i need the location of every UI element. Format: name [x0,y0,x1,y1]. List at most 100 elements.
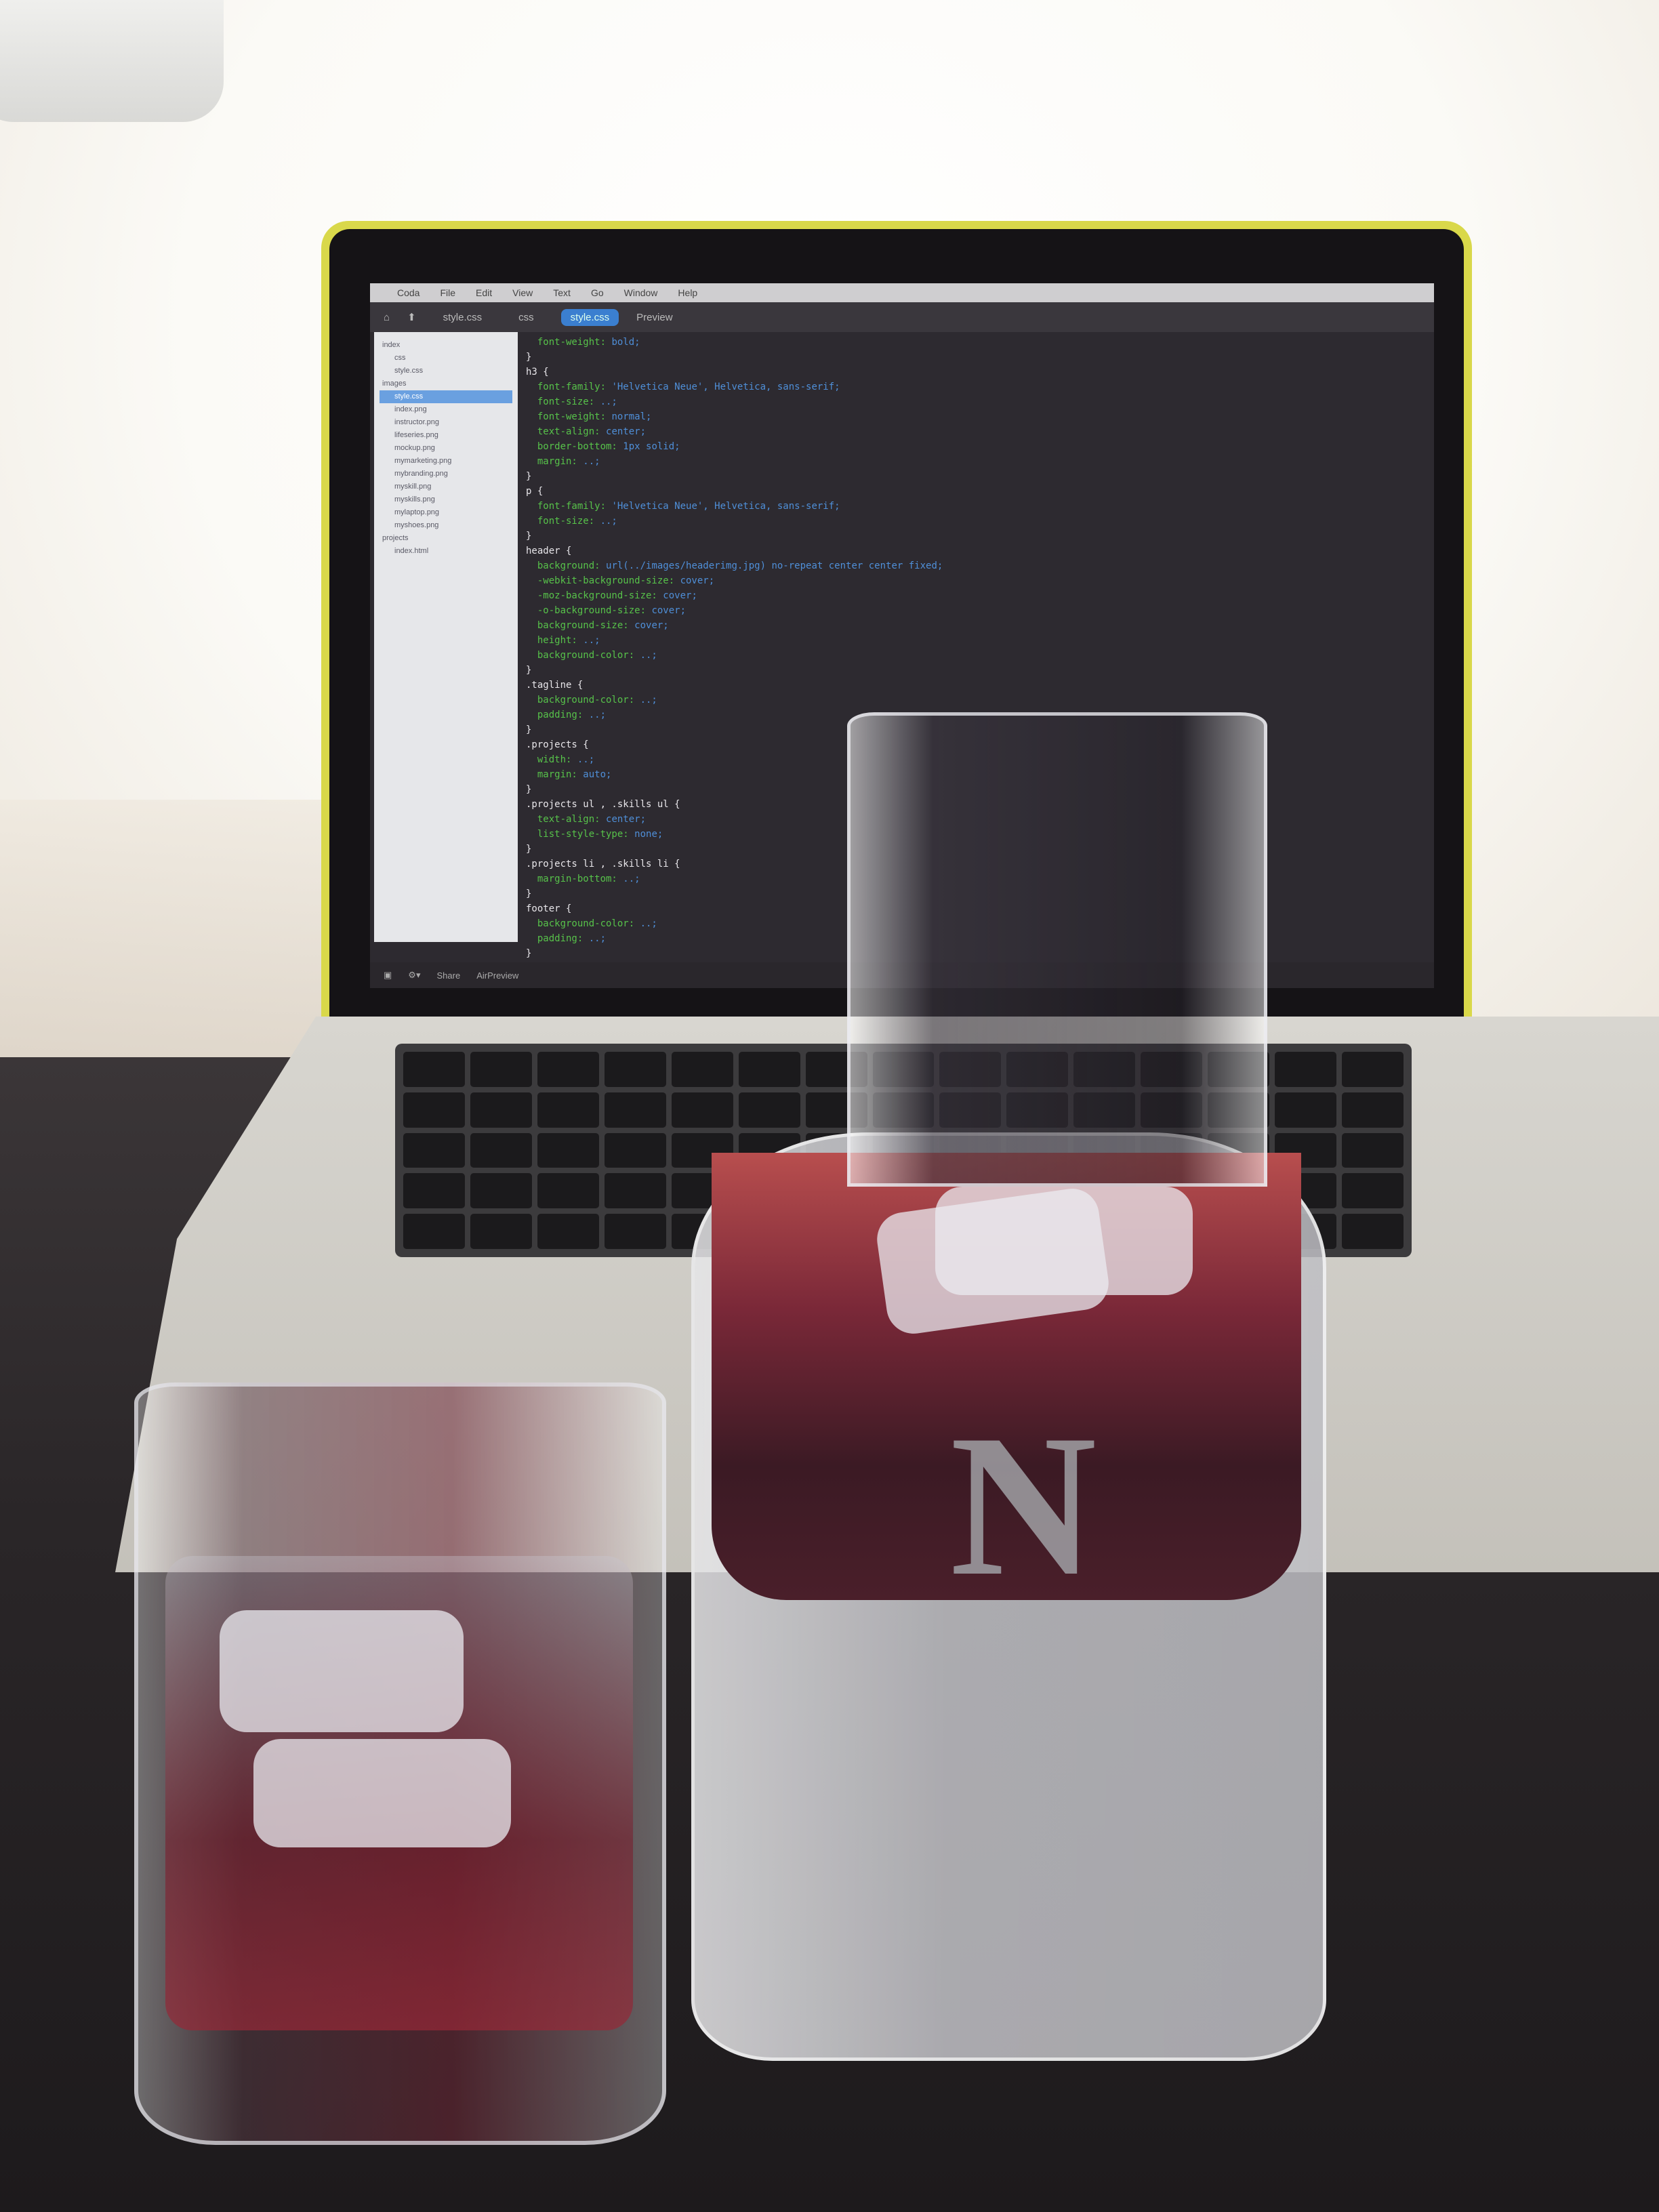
key [470,1052,532,1087]
menu-item[interactable]: View [512,283,533,302]
file-item[interactable]: myshoes.png [380,519,512,532]
sidebar-toggle-icon[interactable]: ▣ [384,970,392,981]
code-token: margin-bottom: [526,874,623,884]
code-token: .projects li , .skills li { [526,859,680,869]
menu-item[interactable]: Text [553,283,571,302]
file-item[interactable]: mylaptop.png [380,506,512,519]
file-item[interactable]: index.html [380,545,512,558]
code-line: font-family: 'Helvetica Neue', Helvetica… [526,499,1407,514]
menu-item[interactable]: Window [624,283,658,302]
code-line: -moz-background-size: cover; [526,588,1407,603]
code-token: } [526,665,532,676]
file-item[interactable]: css [380,352,512,365]
code-token: .tagline { [526,680,583,691]
key [470,1173,532,1209]
upload-icon[interactable]: ⬆ [407,311,416,323]
file-item[interactable]: images [380,377,512,390]
code-line: background-color: ..; [526,693,1407,708]
key [537,1052,599,1087]
code-token: .projects ul , .skills ul { [526,799,680,810]
code-line: background-color: ..; [526,648,1407,663]
menu-item[interactable]: Go [591,283,604,302]
menu-item[interactable]: Coda [397,283,419,302]
code-token: margin: [526,769,583,780]
tab-active[interactable]: style.css [560,308,619,326]
curtain [0,800,325,1084]
tab-css[interactable]: css [509,309,544,326]
code-token: padding: [526,710,589,720]
file-item[interactable]: projects [380,532,512,545]
ice-cube [253,1739,511,1847]
file-item[interactable]: index.png [380,403,512,416]
code-token: } [526,471,532,482]
code-token: background-color: [526,918,640,929]
file-item[interactable]: myskill.png [380,480,512,493]
code-token: } [526,724,532,735]
key [604,1214,666,1249]
code-line: font-weight: bold; [526,335,1407,350]
code-token: auto; [583,769,612,780]
menu-bar: Coda File Edit View Text Go Window Help [370,283,1434,302]
file-item[interactable]: mockup.png [380,442,512,455]
airpreview-button[interactable]: AirPreview [476,970,518,981]
code-line: -o-background-size: cover; [526,603,1407,618]
code-token: background-color: [526,695,640,705]
file-item[interactable]: style.css [380,365,512,377]
file-item[interactable]: lifeseries.png [380,429,512,442]
tab-file[interactable]: style.css [434,309,492,326]
code-token: h3 { [526,367,549,377]
code-token: ..; [600,516,617,527]
code-token: ..; [600,396,617,407]
code-token: } [526,352,532,363]
code-line: -webkit-background-size: cover; [526,573,1407,588]
code-token: ..; [583,635,600,646]
menu-item[interactable]: File [440,283,455,302]
code-token: center; [606,426,647,437]
menu-item[interactable]: Help [678,283,697,302]
code-token: font-weight: [526,337,612,348]
code-token: 'Helvetica Neue', Helvetica, sans-serif; [611,501,840,512]
home-icon[interactable]: ⌂ [384,312,390,323]
file-item[interactable]: instructor.png [380,416,512,429]
code-token: 1px solid; [623,441,680,452]
preview-button[interactable]: Preview [636,312,672,323]
code-line: font-size: ..; [526,394,1407,409]
code-token: } [526,844,532,855]
key [537,1214,599,1249]
file-item[interactable]: style.css [380,390,512,403]
key [470,1132,532,1168]
settings-icon[interactable]: ⚙▾ [408,970,420,981]
code-token: background: [526,560,607,571]
code-token: ..; [583,456,600,467]
file-item[interactable]: myskills.png [380,493,512,506]
drinking-glass [134,1382,666,2145]
code-token: } [526,948,532,959]
key [470,1214,532,1249]
code-token: } [526,784,532,795]
file-item[interactable]: mybranding.png [380,468,512,480]
code-token: cover; [634,620,669,631]
code-token: url(../images/headerimg.jpg) no-repeat c… [606,560,943,571]
code-token: background-color: [526,650,640,661]
code-token: ..; [640,695,657,705]
menu-item[interactable]: Edit [476,283,492,302]
key [537,1173,599,1209]
share-button[interactable]: Share [436,970,460,981]
code-token: font-weight: [526,411,612,422]
code-token: ..; [640,918,657,929]
key [1342,1173,1404,1209]
file-item[interactable]: mymarketing.png [380,455,512,468]
lamp-shade [0,0,224,122]
monogram-letter: N [949,1393,1097,1618]
code-token: center; [606,814,647,825]
code-line: height: ..; [526,633,1407,648]
code-token: padding: [526,933,589,944]
carafe-neck [847,712,1267,1187]
code-token: p { [526,486,544,497]
file-item[interactable]: index [380,339,512,352]
carafe: N [691,712,1326,2061]
code-token: ..; [588,933,607,944]
code-line: } [526,469,1407,484]
code-token: .projects { [526,739,589,750]
code-line: h3 { [526,365,1407,380]
